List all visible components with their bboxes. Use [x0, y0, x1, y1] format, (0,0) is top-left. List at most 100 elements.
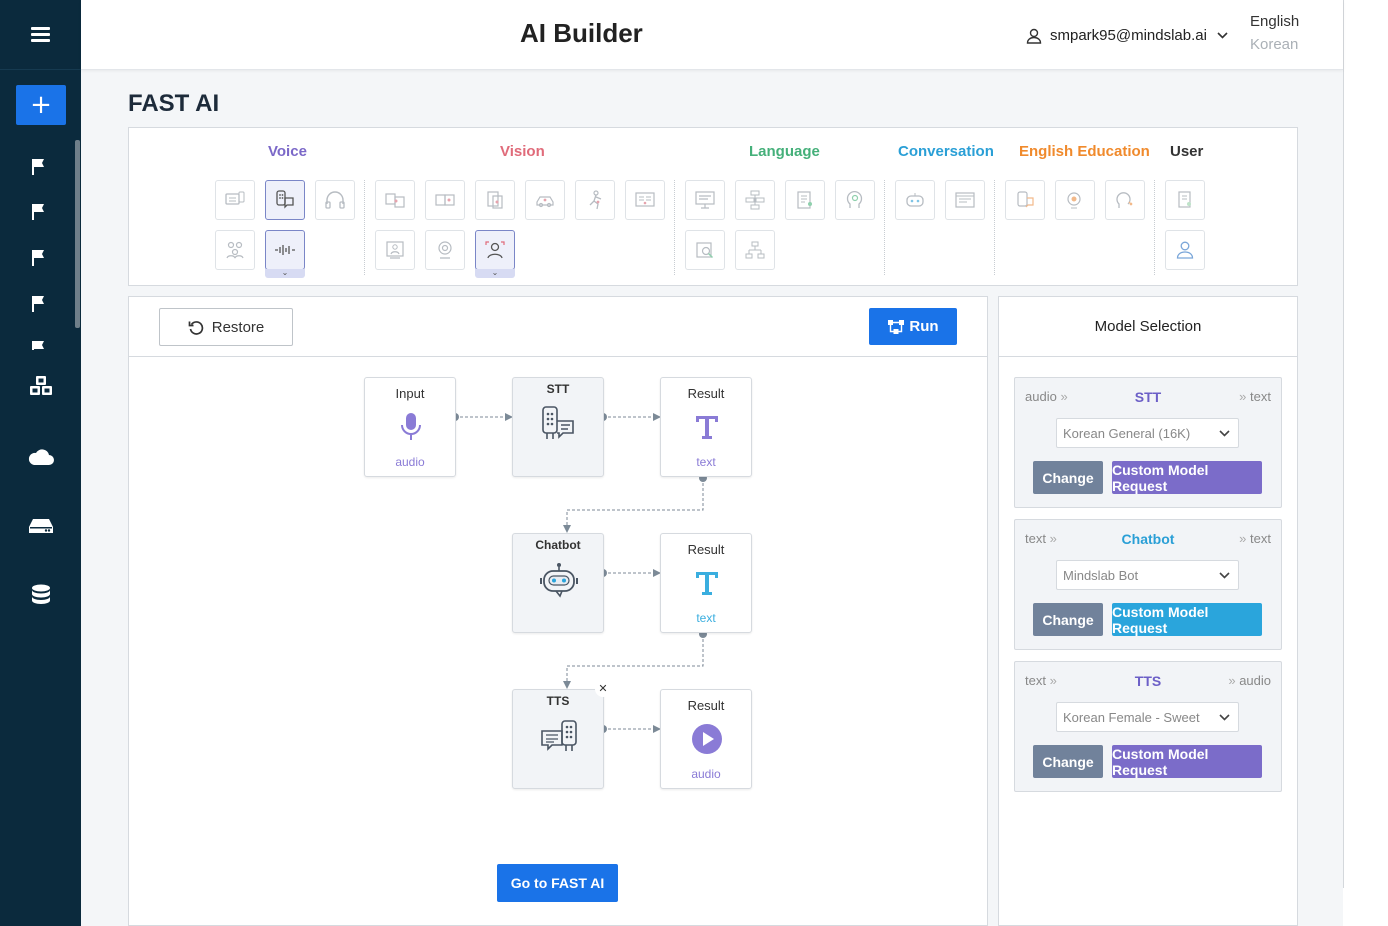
engine-tile[interactable]: [315, 180, 355, 220]
engine-tile[interactable]: [785, 180, 825, 220]
document-scan-icon: [487, 191, 503, 209]
stt-engine-icon: [539, 406, 579, 442]
sidebar-scrollbar[interactable]: [75, 140, 80, 328]
cloud-icon[interactable]: [25, 443, 57, 469]
window-edge: [1343, 0, 1388, 888]
chatbot-icon: [906, 193, 924, 207]
drive-icon[interactable]: [25, 513, 57, 539]
flow-toolbar: Restore Run: [129, 297, 987, 357]
custom-model-request-button[interactable]: Custom Model Request: [1112, 603, 1262, 636]
custom-model-request-button[interactable]: Custom Model Request: [1112, 461, 1262, 494]
tts-node[interactable]: TTS: [512, 689, 604, 789]
engine-tile[interactable]: [375, 230, 415, 270]
separator: [674, 180, 675, 275]
play-icon: [687, 722, 727, 756]
category-language[interactable]: Language: [749, 143, 820, 160]
flag-icon[interactable]: [32, 249, 46, 267]
go-to-fast-ai-button[interactable]: Go to FAST AI: [497, 864, 618, 902]
pose-icon: [589, 190, 602, 210]
language-korean[interactable]: Korean: [1250, 36, 1298, 53]
engine-tile[interactable]: [575, 180, 615, 220]
engine-tile[interactable]: [525, 180, 565, 220]
model-select[interactable]: Mindslab Bot: [1056, 560, 1239, 590]
engine-tile[interactable]: [425, 230, 465, 270]
chatbot-icon: [539, 563, 579, 598]
image-compare-icon: [385, 193, 405, 208]
flag-icon[interactable]: [32, 295, 46, 313]
category-english-education[interactable]: English Education: [1019, 143, 1150, 160]
language-english[interactable]: English: [1250, 13, 1299, 30]
custom-model-request-button[interactable]: Custom Model Request: [1112, 745, 1262, 778]
flag-icon[interactable]: [32, 203, 46, 221]
model-card-stt: audio » STT » text Korean General (16K) …: [1014, 377, 1282, 508]
change-button[interactable]: Change: [1033, 603, 1103, 636]
engine-tile[interactable]: [1105, 180, 1145, 220]
node-type: text: [696, 455, 716, 469]
restore-button[interactable]: Restore: [159, 308, 293, 346]
category-conversation[interactable]: Conversation: [898, 143, 994, 160]
engine-tile[interactable]: [735, 230, 775, 270]
sidebar: +: [0, 0, 81, 926]
run-button[interactable]: Run: [869, 308, 957, 345]
vehicle-icon: [536, 196, 554, 208]
card-output: » text: [1239, 531, 1271, 546]
engine-tile[interactable]: [685, 180, 725, 220]
result-node[interactable]: Result audio: [660, 689, 752, 789]
screen-text-icon: [635, 192, 655, 207]
change-button[interactable]: Change: [1033, 745, 1103, 778]
engine-tile-selected[interactable]: ⌄: [265, 230, 305, 278]
engine-tile[interactable]: [475, 180, 515, 220]
engine-tile[interactable]: [215, 230, 255, 270]
speakers-icon: [226, 241, 244, 259]
database-icon[interactable]: [25, 583, 57, 609]
run-label: Run: [909, 318, 939, 335]
engine-tile[interactable]: [685, 230, 725, 270]
network-icon: [745, 241, 765, 259]
model-select[interactable]: Korean Female - Sweet: [1056, 702, 1239, 732]
engine-tile[interactable]: [1165, 180, 1205, 220]
category-user[interactable]: User: [1170, 143, 1203, 160]
expand-tab[interactable]: ⌄: [265, 269, 305, 278]
engine-tile[interactable]: [215, 180, 255, 220]
engine-tile-selected[interactable]: ⌄: [475, 230, 515, 278]
engine-tile-stt[interactable]: [265, 180, 305, 220]
engine-tile[interactable]: [1055, 180, 1095, 220]
engine-tile[interactable]: [425, 180, 465, 220]
input-node[interactable]: Input audio: [364, 377, 456, 477]
flag-icon[interactable]: [32, 158, 46, 176]
cubes-icon[interactable]: [25, 373, 57, 399]
close-icon[interactable]: ✕: [595, 681, 611, 697]
node-label: Chatbot: [535, 538, 581, 552]
change-button[interactable]: Change: [1033, 461, 1103, 494]
expand-tab[interactable]: ⌄: [475, 269, 515, 278]
model-select[interactable]: Korean General (16K): [1056, 418, 1239, 448]
stt-node[interactable]: STT: [512, 377, 604, 477]
engine-tile[interactable]: [375, 180, 415, 220]
engine-tile[interactable]: [1005, 180, 1045, 220]
model-selection-title: Model Selection: [999, 297, 1297, 357]
tts-engine-icon: [225, 191, 245, 205]
category-voice[interactable]: Voice: [268, 143, 307, 160]
waveform-icon: [275, 245, 295, 255]
engine-tile[interactable]: [895, 180, 935, 220]
result-node[interactable]: Result text: [660, 377, 752, 477]
separator: [364, 180, 365, 275]
chatbot-node[interactable]: Chatbot: [512, 533, 604, 633]
phonics-icon: [1116, 192, 1133, 208]
engine-tile[interactable]: [625, 180, 665, 220]
chevron-down-icon: [1219, 572, 1230, 579]
flag-icon[interactable]: [32, 340, 46, 350]
chevron-down-icon: [1219, 430, 1230, 437]
category-vision[interactable]: Vision: [500, 143, 545, 160]
menu-icon[interactable]: [31, 27, 50, 42]
chevron-down-icon: [1219, 714, 1230, 721]
user-menu[interactable]: smpark95@mindslab.ai: [1026, 27, 1236, 44]
result-node[interactable]: Result text: [660, 533, 752, 633]
engine-tile[interactable]: [835, 180, 875, 220]
add-project-button[interactable]: +: [16, 85, 66, 125]
engine-tile[interactable]: [735, 180, 775, 220]
engine-tile[interactable]: [1165, 230, 1205, 270]
engine-tile[interactable]: [945, 180, 985, 220]
face-detect-icon: [485, 241, 505, 259]
text-icon: [687, 410, 727, 444]
